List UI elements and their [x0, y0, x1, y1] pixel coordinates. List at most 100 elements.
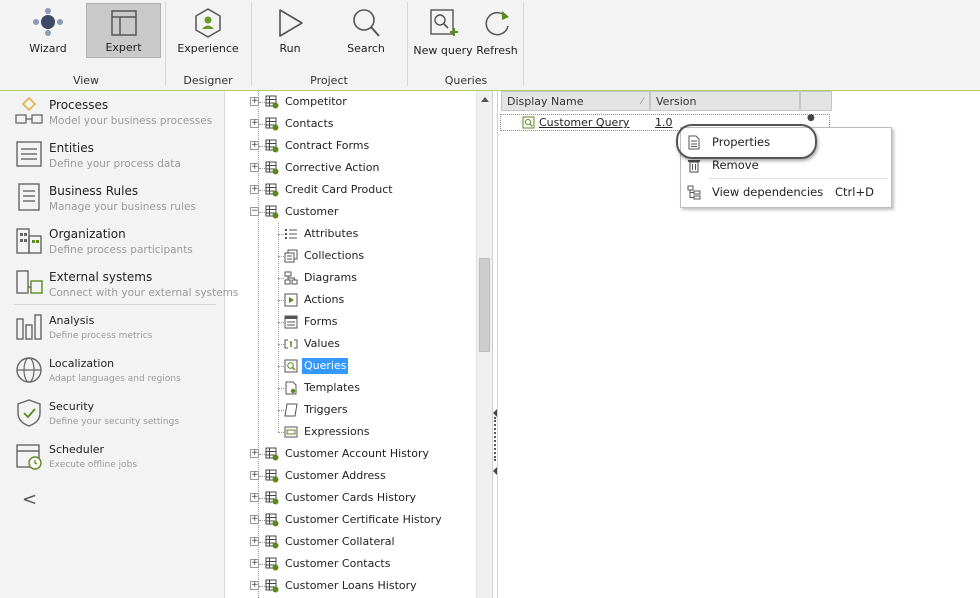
expert-label: Expert [105, 41, 142, 54]
tree-item-entity[interactable]: + Credit Card Product [232, 179, 476, 201]
expand-toggle-icon[interactable]: + [250, 515, 259, 524]
tree-item-label: Collections [304, 249, 365, 262]
entity-icon [265, 183, 279, 197]
tree-item-child[interactable]: Attributes [232, 223, 476, 245]
row-indicator-icon: ● [807, 113, 815, 123]
organization-icon [16, 228, 42, 254]
tree-item-child[interactable]: Templates [232, 377, 476, 399]
tree-item-child[interactable]: Expressions [232, 421, 476, 443]
tree-item-entity[interactable]: − Customer [232, 201, 476, 223]
refresh-button[interactable]: Refresh [476, 3, 518, 58]
expand-toggle-icon[interactable]: + [250, 97, 259, 106]
refresh-label: Refresh [476, 44, 518, 57]
expand-toggle-icon[interactable]: + [250, 581, 259, 590]
actions-icon [284, 293, 298, 307]
expand-toggle-icon[interactable]: + [250, 449, 259, 458]
nav-title: Security [49, 400, 95, 413]
left-navigation-panel: Processes Model your business processes … [0, 91, 238, 598]
tree-item-child[interactable]: Collections [232, 245, 476, 267]
column-header-blank [800, 91, 832, 111]
nav-subtitle: Model your business processes [49, 115, 213, 127]
nav-title: Organization [49, 227, 126, 241]
forms-icon [284, 315, 298, 329]
splitter-arrow-icon[interactable] [493, 467, 497, 475]
expert-button[interactable]: Expert [86, 3, 161, 58]
attributes-icon [284, 227, 298, 241]
collapse-toggle-icon[interactable]: − [250, 207, 259, 216]
expand-toggle-icon[interactable]: + [250, 537, 259, 546]
tree-item-entity[interactable]: + Customer Contacts [232, 553, 476, 575]
tree-item-label: Diagrams [304, 271, 357, 284]
expand-toggle-icon[interactable]: + [250, 559, 259, 568]
tree-item-entity[interactable]: + Customer Cards History [232, 487, 476, 509]
tree-item-child[interactable]: Forms [232, 311, 476, 333]
new-query-button[interactable]: New query [410, 3, 476, 58]
scrollbar-thumb[interactable] [479, 258, 490, 352]
nav-item-entities[interactable]: Entities Define your process data [0, 134, 224, 177]
entity-icon [265, 95, 279, 109]
tree-item-entity[interactable]: + Customer Address [232, 465, 476, 487]
expand-toggle-icon[interactable]: + [250, 471, 259, 480]
nav-item-external-systems[interactable]: External systems Connect with your exter… [0, 263, 238, 306]
scroll-up-arrow-icon[interactable] [481, 97, 489, 102]
expand-toggle-icon[interactable]: + [250, 185, 259, 194]
search-button[interactable]: Search [330, 3, 402, 58]
nav-subtitle: Define your process data [49, 158, 181, 170]
tree-item-entity[interactable]: + Customer Account History [232, 443, 476, 465]
experience-button[interactable]: Experience [172, 3, 244, 58]
tree-item-child[interactable]: Actions [232, 289, 476, 311]
nav-item-scheduler[interactable]: Scheduler Execute offline jobs [0, 436, 224, 479]
tree-item-entity[interactable]: + Customer Certificate History [232, 509, 476, 531]
tree-item-child[interactable]: Values [232, 333, 476, 355]
view-group-label: View [72, 74, 100, 87]
expand-toggle-icon[interactable]: + [250, 493, 259, 502]
entity-tree: + Competitor + Contacts + Contract Forms + Corr… [232, 91, 476, 598]
entity-icon [265, 535, 279, 549]
tree-item-child[interactable]: Queries [232, 355, 476, 377]
wizard-button[interactable]: Wizard [12, 3, 84, 58]
entities-icon [16, 141, 42, 167]
nav-item-localization[interactable]: Localization Adapt languages and regions [0, 350, 224, 393]
shield-icon [17, 399, 41, 427]
expand-toggle-icon[interactable]: + [250, 163, 259, 172]
panel-splitter[interactable] [492, 91, 498, 598]
tree-item-child[interactable]: Triggers [232, 399, 476, 421]
ribbon-group-view: Wizard Expert View [8, 0, 164, 90]
ribbon-toolbar: Wizard Expert View Experience Designer R… [0, 0, 980, 91]
nav-item-business-rules[interactable]: Business Rules Manage your business rule… [0, 177, 224, 220]
designer-group-label: Designer [183, 74, 233, 87]
tree-item-label: Queries [302, 358, 349, 374]
tree-vertical-scrollbar[interactable] [476, 91, 493, 598]
nav-title: Analysis [49, 314, 95, 327]
tree-item-entity[interactable]: + Competitor [232, 91, 476, 113]
tree-item-entity[interactable]: + Customer Loans History [232, 575, 476, 597]
splitter-grip[interactable] [494, 417, 498, 461]
splitter-arrow-icon[interactable] [493, 409, 497, 417]
tree-item-entity[interactable]: + Contract Forms [232, 135, 476, 157]
tree-item-child[interactable]: Diagrams [232, 267, 476, 289]
column-header-display-name[interactable]: Display Name ⁄ [501, 91, 650, 111]
cell-version[interactable]: 1.0 [655, 116, 673, 129]
nav-item-analysis[interactable]: Analysis Define process metrics [0, 307, 224, 350]
column-header-version[interactable]: Version [650, 91, 800, 111]
nav-item-security[interactable]: Security Define your security settings [0, 393, 224, 436]
menu-item-label: View dependencies [712, 185, 824, 199]
new-query-icon [430, 9, 458, 36]
queries-group-label: Queries [444, 74, 488, 87]
entity-icon [265, 139, 279, 153]
expand-toggle-icon[interactable]: + [250, 119, 259, 128]
ribbon-separator [523, 2, 524, 86]
expand-toggle-icon[interactable]: + [250, 141, 259, 150]
collapse-panel-button[interactable]: < [22, 489, 37, 510]
tree-item-entity[interactable]: + Contacts [232, 113, 476, 135]
cell-display-name[interactable]: Customer Query [539, 116, 629, 129]
tree-item-entity[interactable]: + Corrective Action [232, 157, 476, 179]
nav-item-processes[interactable]: Processes Model your business processes [0, 91, 224, 134]
nav-item-organization[interactable]: Organization Define process participants [0, 220, 224, 263]
run-button[interactable]: Run [254, 3, 326, 58]
tree-item-entity[interactable]: + Customer Collateral [232, 531, 476, 553]
queries-icon [284, 359, 298, 373]
query-icon [522, 116, 535, 129]
menu-item-view-dependencies[interactable]: View dependencies Ctrl+D [681, 181, 891, 203]
run-label: Run [279, 42, 301, 55]
